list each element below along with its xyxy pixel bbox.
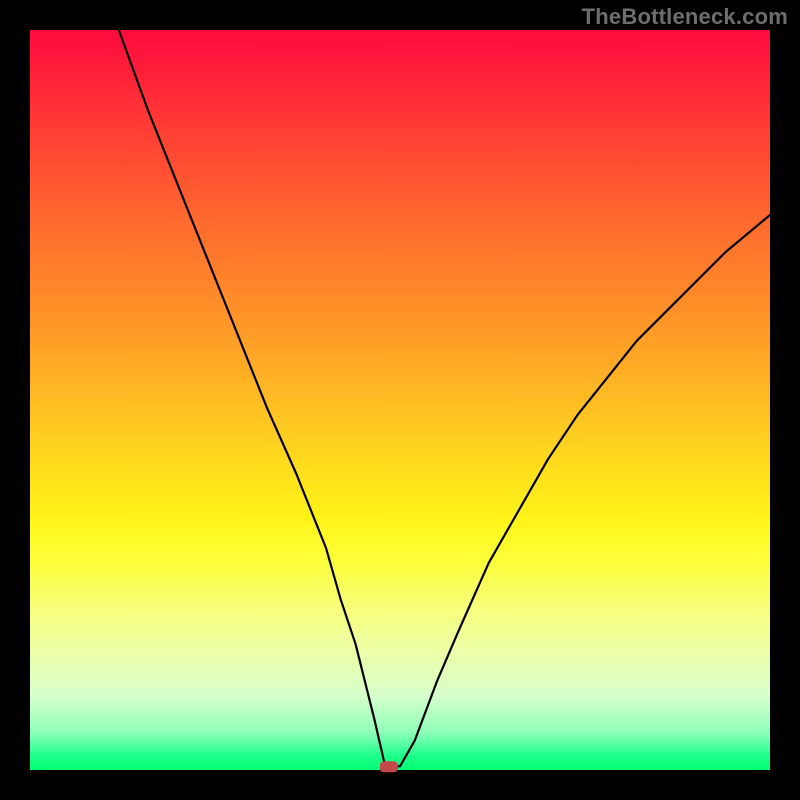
chart-svg [30,30,770,770]
chart-frame: TheBottleneck.com [0,0,800,800]
bottleneck-curve [119,30,770,766]
chart-background-gradient [30,30,770,770]
watermark-text: TheBottleneck.com [582,4,788,30]
minimum-marker [380,761,398,772]
